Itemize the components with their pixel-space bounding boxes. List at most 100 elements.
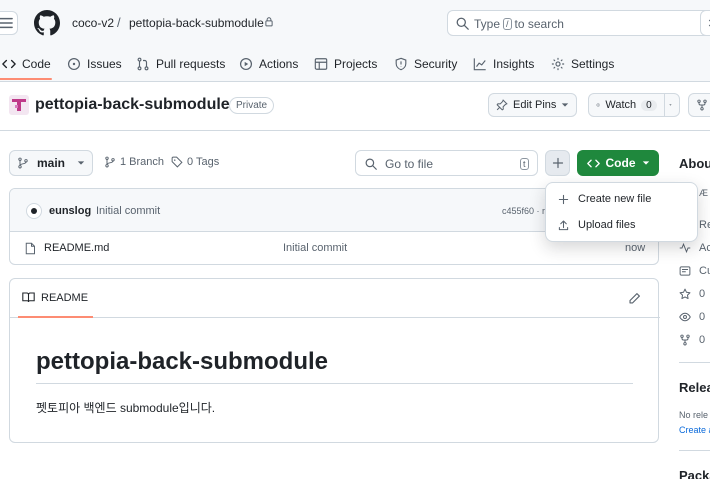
readme-tab[interactable]: README xyxy=(22,291,88,304)
tab-code[interactable]: Code xyxy=(2,48,51,80)
sidebar-divider xyxy=(679,362,710,363)
packages-heading[interactable]: Packa xyxy=(679,468,710,479)
add-file-menu: Create new file Upload files xyxy=(545,182,698,242)
pin-icon xyxy=(496,99,508,111)
tab-actions-label: Actions xyxy=(259,57,299,71)
tab-actions[interactable]: Actions xyxy=(239,48,298,80)
tab-code-label: Code xyxy=(22,57,51,71)
plus-icon xyxy=(552,157,563,169)
search-shortcut-key: / xyxy=(503,18,512,30)
menu-item-upload-files[interactable]: Upload files xyxy=(546,212,699,238)
watch-label: Watch xyxy=(605,99,637,111)
pull-request-icon xyxy=(137,57,149,71)
tab-insights[interactable]: Insights xyxy=(473,48,534,80)
sidebar-item-custom-properties[interactable]: Cu xyxy=(679,265,710,277)
file-commit-message[interactable]: Initial commit xyxy=(283,242,347,254)
visibility-badge: Private xyxy=(229,97,275,114)
repo-title[interactable]: pettopia-back-submodule xyxy=(35,96,230,114)
sidebar-item-activity[interactable]: Ac xyxy=(679,242,710,254)
commit-sha[interactable]: c455f60 · r xyxy=(502,206,545,216)
add-file-button[interactable] xyxy=(545,150,570,176)
tab-security[interactable]: Security xyxy=(394,48,457,80)
sidebar-item-forks[interactable]: 0 xyxy=(679,334,705,346)
graph-icon xyxy=(473,58,486,71)
tag-count: 0 Tags xyxy=(187,156,220,168)
tab-settings[interactable]: Settings xyxy=(551,48,614,80)
star-icon xyxy=(679,288,691,300)
repo-header-divider xyxy=(0,130,710,131)
code-button-label: Code xyxy=(605,156,636,170)
readme-tab-label: README xyxy=(41,291,89,304)
file-name[interactable]: README.md xyxy=(44,242,109,254)
readme-heading-rule xyxy=(36,383,633,384)
eye-icon xyxy=(679,312,691,322)
branch-icon xyxy=(18,157,28,169)
pulse-icon xyxy=(679,242,691,254)
create-release-link[interactable]: Create a xyxy=(679,425,710,435)
about-heading: About xyxy=(679,156,710,171)
note-icon xyxy=(679,266,691,276)
hamburger-icon xyxy=(0,17,13,29)
file-icon xyxy=(24,242,36,255)
book-icon xyxy=(22,292,35,303)
repo-avatar[interactable] xyxy=(9,95,29,115)
tab-pull-requests-label: Pull requests xyxy=(156,57,226,71)
issue-icon xyxy=(67,57,81,71)
no-releases-text: No rele xyxy=(679,410,709,420)
tab-projects[interactable]: Projects xyxy=(314,48,377,80)
releases-heading[interactable]: Relea xyxy=(679,380,710,395)
sidebar-item-watchers[interactable]: 0 xyxy=(679,311,705,323)
readme-panel: README pettopia-back-submodule 펫토피아 백엔드 … xyxy=(9,278,660,443)
tab-issues[interactable]: Issues xyxy=(67,48,122,80)
command-palette-button[interactable] xyxy=(700,10,710,36)
watch-button[interactable]: Watch 0 xyxy=(588,93,680,117)
edit-pins-button[interactable]: Edit Pins xyxy=(488,93,578,117)
commit-message[interactable]: Initial commit xyxy=(96,205,160,217)
go-to-file-shortcut: t xyxy=(520,158,529,170)
lock-icon xyxy=(264,16,274,27)
breadcrumb-owner[interactable]: coco-v2 xyxy=(72,16,114,30)
caret-down-icon xyxy=(562,103,569,107)
about-description: Æ I xyxy=(699,188,710,198)
search-placeholder-before: Type xyxy=(474,17,501,31)
readme-header: README xyxy=(10,279,660,318)
tag-icon xyxy=(171,156,183,168)
tags-link[interactable]: 0 Tags xyxy=(171,156,219,168)
search-placeholder: Type / to search xyxy=(474,17,564,31)
menu-button[interactable] xyxy=(0,11,18,35)
sidebar-item-stars[interactable]: 0 xyxy=(679,288,705,300)
go-to-file-input[interactable]: Go to file t xyxy=(355,150,538,176)
tab-issues-label: Issues xyxy=(87,57,122,71)
sidebar-item-label: Re xyxy=(699,219,710,231)
commit-author[interactable]: eunslog xyxy=(49,205,91,217)
branch-name: main xyxy=(37,156,66,170)
search-icon xyxy=(456,17,469,30)
code-dropdown-button[interactable]: Code xyxy=(577,150,659,176)
forks-count: 0 xyxy=(699,334,706,346)
caret-down-icon xyxy=(77,161,85,165)
readme-body: 펫토피아 백엔드 submodule입니다. xyxy=(36,401,216,415)
edit-readme-button[interactable] xyxy=(628,292,641,305)
watch-count: 0 xyxy=(641,99,657,111)
edit-pins-label: Edit Pins xyxy=(513,99,557,111)
shield-icon xyxy=(395,57,407,71)
search-icon xyxy=(365,158,377,170)
branch-count: 1 Branch xyxy=(120,156,165,168)
sidebar-item-label: Ac xyxy=(699,242,710,254)
go-to-file-placeholder: Go to file xyxy=(385,157,434,171)
tab-pull-requests[interactable]: Pull requests xyxy=(136,48,225,80)
branches-link[interactable]: 1 Branch xyxy=(104,156,164,168)
breadcrumb-repo[interactable]: pettopia-back-submodule xyxy=(129,16,264,30)
play-icon xyxy=(239,57,253,71)
gear-icon xyxy=(551,57,565,71)
menu-item-label: Create new file xyxy=(578,193,652,205)
code-icon xyxy=(586,159,600,167)
search-input[interactable]: Type / to search xyxy=(447,10,710,36)
branch-selector[interactable]: main xyxy=(9,150,93,176)
stars-count: 0 xyxy=(699,288,706,300)
file-time: now xyxy=(625,242,646,254)
avatar[interactable] xyxy=(26,203,42,219)
menu-item-create-new-file[interactable]: Create new file xyxy=(546,186,699,212)
fork-button[interactable] xyxy=(688,93,710,117)
github-logo-icon[interactable] xyxy=(34,10,60,36)
